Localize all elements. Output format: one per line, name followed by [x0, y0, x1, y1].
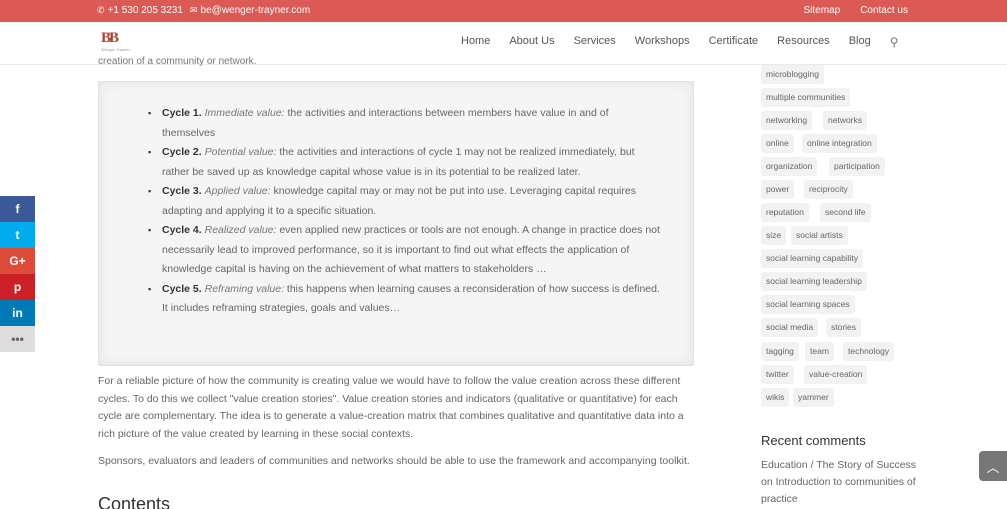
- nav-about-us[interactable]: About Us: [509, 35, 554, 49]
- logo-subtext: Wenger-Trayner: [101, 47, 130, 52]
- tag-link[interactable]: social media: [761, 318, 819, 337]
- pinterest-icon[interactable]: p: [0, 274, 35, 300]
- tag-link[interactable]: twitter: [761, 365, 794, 384]
- phone-number[interactable]: +1 530 205 3231: [108, 5, 183, 16]
- tag-link[interactable]: social learning spaces: [761, 295, 855, 314]
- cycle-item-4: Cycle 4. Realized value: even applied ne…: [148, 221, 662, 280]
- tag-link[interactable]: multiple communities: [761, 88, 851, 107]
- tag-link[interactable]: size: [761, 226, 787, 245]
- recent-comment-item[interactable]: Education / The Story of Success on Intr…: [761, 457, 921, 508]
- cycle-title: Applied value:: [204, 185, 271, 197]
- tag-link[interactable]: organization: [761, 157, 818, 176]
- facebook-icon[interactable]: f: [0, 196, 35, 222]
- tag-link[interactable]: networking: [761, 111, 813, 130]
- cycle-label: Cycle 2.: [162, 146, 202, 158]
- nav-home[interactable]: Home: [461, 35, 490, 49]
- recent-comments-heading: Recent comments: [761, 433, 866, 448]
- tag-link[interactable]: social learning leadership: [761, 272, 867, 291]
- cycle-label: Cycle 3.: [162, 185, 202, 197]
- cycle-title: Reframing value:: [204, 282, 284, 295]
- tag-link[interactable]: wikis: [761, 388, 790, 407]
- sitemap-link[interactable]: Sitemap: [804, 5, 841, 16]
- cycle-label: Cycle 4.: [162, 224, 202, 236]
- cycle-label: Cycle 5.: [162, 282, 202, 295]
- search-icon[interactable]: ⚲: [890, 35, 899, 49]
- chevron-up-icon: ︿: [986, 459, 1000, 475]
- main-nav: Home About Us Services Workshops Certifi…: [461, 35, 899, 49]
- social-share-bar: f t G+ p in •••: [0, 196, 35, 352]
- cycle-title: Potential value:: [204, 146, 277, 158]
- tag-link[interactable]: tagging: [761, 342, 799, 361]
- email-contact[interactable]: ✉ be@wenger-trayner.com: [190, 5, 310, 16]
- nav-services[interactable]: Services: [574, 35, 616, 49]
- nav-resources[interactable]: Resources: [777, 35, 830, 49]
- cycle-title: Realized value:: [204, 224, 277, 236]
- tag-link[interactable]: online integration: [802, 134, 877, 153]
- cycle-item-3: Cycle 3. Applied value: knowledge capita…: [148, 182, 662, 221]
- tag-link[interactable]: stories: [826, 318, 862, 337]
- tag-link[interactable]: online: [761, 134, 794, 153]
- clipped-text-line: creation of a community or network.: [98, 56, 257, 67]
- tag-link[interactable]: social artists: [791, 226, 848, 245]
- cycle-item-2: Cycle 2. Potential value: the activities…: [148, 143, 662, 182]
- tag-link[interactable]: reputation: [761, 203, 809, 222]
- nav-certificate[interactable]: Certificate: [709, 35, 759, 49]
- site-logo[interactable]: BB Wenger-Trayner: [101, 31, 139, 55]
- cycle-label: Cycle 1.: [162, 107, 202, 119]
- contents-heading: Contents: [98, 494, 171, 509]
- email-address[interactable]: be@wenger-trayner.com: [201, 5, 311, 16]
- linkedin-icon[interactable]: in: [0, 300, 35, 326]
- tag-link[interactable]: technology: [843, 342, 895, 361]
- back-to-top-button[interactable]: ︿: [979, 451, 1007, 481]
- nav-workshops[interactable]: Workshops: [635, 35, 690, 49]
- tag-link[interactable]: reciprocity: [804, 180, 853, 199]
- value-cycles-list: Cycle 1. Immediate value: the activities…: [148, 104, 662, 319]
- tag-link[interactable]: second life: [820, 203, 871, 222]
- cycle-title: Immediate value:: [204, 107, 285, 119]
- google-plus-icon[interactable]: G+: [0, 248, 35, 274]
- phone-icon: ✆: [97, 5, 105, 15]
- cycle-item-1: Cycle 1. Immediate value: the activities…: [148, 104, 662, 143]
- nav-blog[interactable]: Blog: [849, 35, 871, 49]
- tag-link[interactable]: power: [761, 180, 795, 199]
- tag-link[interactable]: value-creation: [804, 365, 868, 384]
- envelope-icon: ✉: [190, 5, 198, 15]
- tag-link[interactable]: social learning capability: [761, 249, 864, 268]
- tag-link[interactable]: team: [805, 342, 834, 361]
- twitter-icon[interactable]: t: [0, 222, 35, 248]
- body-paragraph: For a reliable picture of how the commun…: [98, 375, 684, 440]
- top-links: Sitemap Contact us: [804, 5, 909, 16]
- tag-link[interactable]: participation: [829, 157, 885, 176]
- contact-us-link[interactable]: Contact us: [860, 5, 908, 16]
- tag-link[interactable]: yammer: [793, 388, 834, 407]
- more-share-icon[interactable]: •••: [0, 326, 35, 352]
- value-cycles-box: Cycle 1. Immediate value: the activities…: [98, 81, 694, 366]
- tag-link[interactable]: networks: [823, 111, 868, 130]
- top-bar: ✆ +1 530 205 3231 ✉ be@wenger-trayner.co…: [0, 0, 1007, 22]
- body-paragraph: Sponsors, evaluators and leaders of comm…: [98, 455, 690, 467]
- tag-link[interactable]: microblogging: [761, 65, 824, 84]
- logo-mark: BB: [101, 30, 119, 46]
- cycle-item-5: Cycle 5. Reframing value: this happens w…: [148, 280, 662, 319]
- phone-contact[interactable]: ✆ +1 530 205 3231: [97, 5, 183, 16]
